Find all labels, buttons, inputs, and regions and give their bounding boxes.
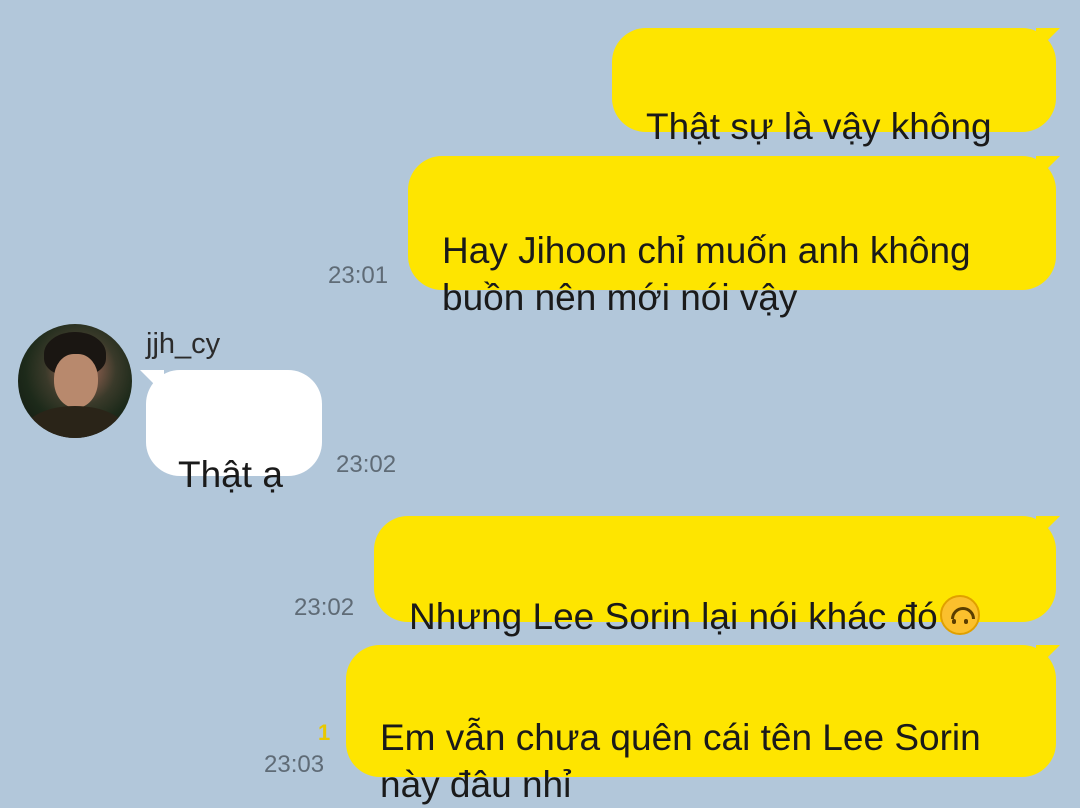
message-text: Thật ạ bbox=[178, 454, 283, 495]
message-text: Thật sự là vậy không bbox=[646, 106, 992, 147]
message-text: Nhưng Lee Sorin lại nói khác đó bbox=[409, 596, 938, 637]
message-timestamp: 23:02 bbox=[294, 594, 355, 621]
bubble-tail bbox=[1036, 28, 1060, 52]
bubble-tail bbox=[1036, 156, 1060, 180]
avatar-face bbox=[54, 354, 98, 408]
message-timestamp: 23:02 bbox=[336, 451, 397, 478]
message-bubble-outgoing[interactable]: Em vẫn chưa quên cái tên Lee Sorin này đ… bbox=[346, 645, 1056, 805]
message-timestamp: 23:01 bbox=[328, 262, 389, 289]
message-text: Hay Jihoon chỉ muốn anh không buồn nên m… bbox=[442, 230, 971, 318]
message-timestamp: 23:03 bbox=[264, 751, 325, 778]
message-bubble-outgoing[interactable]: Nhưng Lee Sorin lại nói khác đó bbox=[374, 516, 1056, 637]
message-bubble-outgoing[interactable]: Thật sự là vậy không bbox=[612, 28, 1056, 147]
unread-count-badge: 1 bbox=[318, 720, 331, 745]
message-bubble-incoming[interactable]: Thật ạ bbox=[146, 370, 322, 495]
bubble-tail bbox=[1036, 645, 1060, 669]
upside-down-face-icon bbox=[939, 595, 980, 635]
message-bubble-outgoing[interactable]: Hay Jihoon chỉ muốn anh không buồn nên m… bbox=[408, 156, 1056, 318]
bubble-tail bbox=[1036, 516, 1060, 540]
sender-name: jjh_cy bbox=[146, 328, 221, 360]
contact-avatar[interactable] bbox=[18, 324, 132, 438]
avatar-shirt bbox=[24, 406, 126, 438]
bubble-tail bbox=[140, 370, 164, 394]
message-text: Em vẫn chưa quên cái tên Lee Sorin này đ… bbox=[380, 717, 981, 805]
